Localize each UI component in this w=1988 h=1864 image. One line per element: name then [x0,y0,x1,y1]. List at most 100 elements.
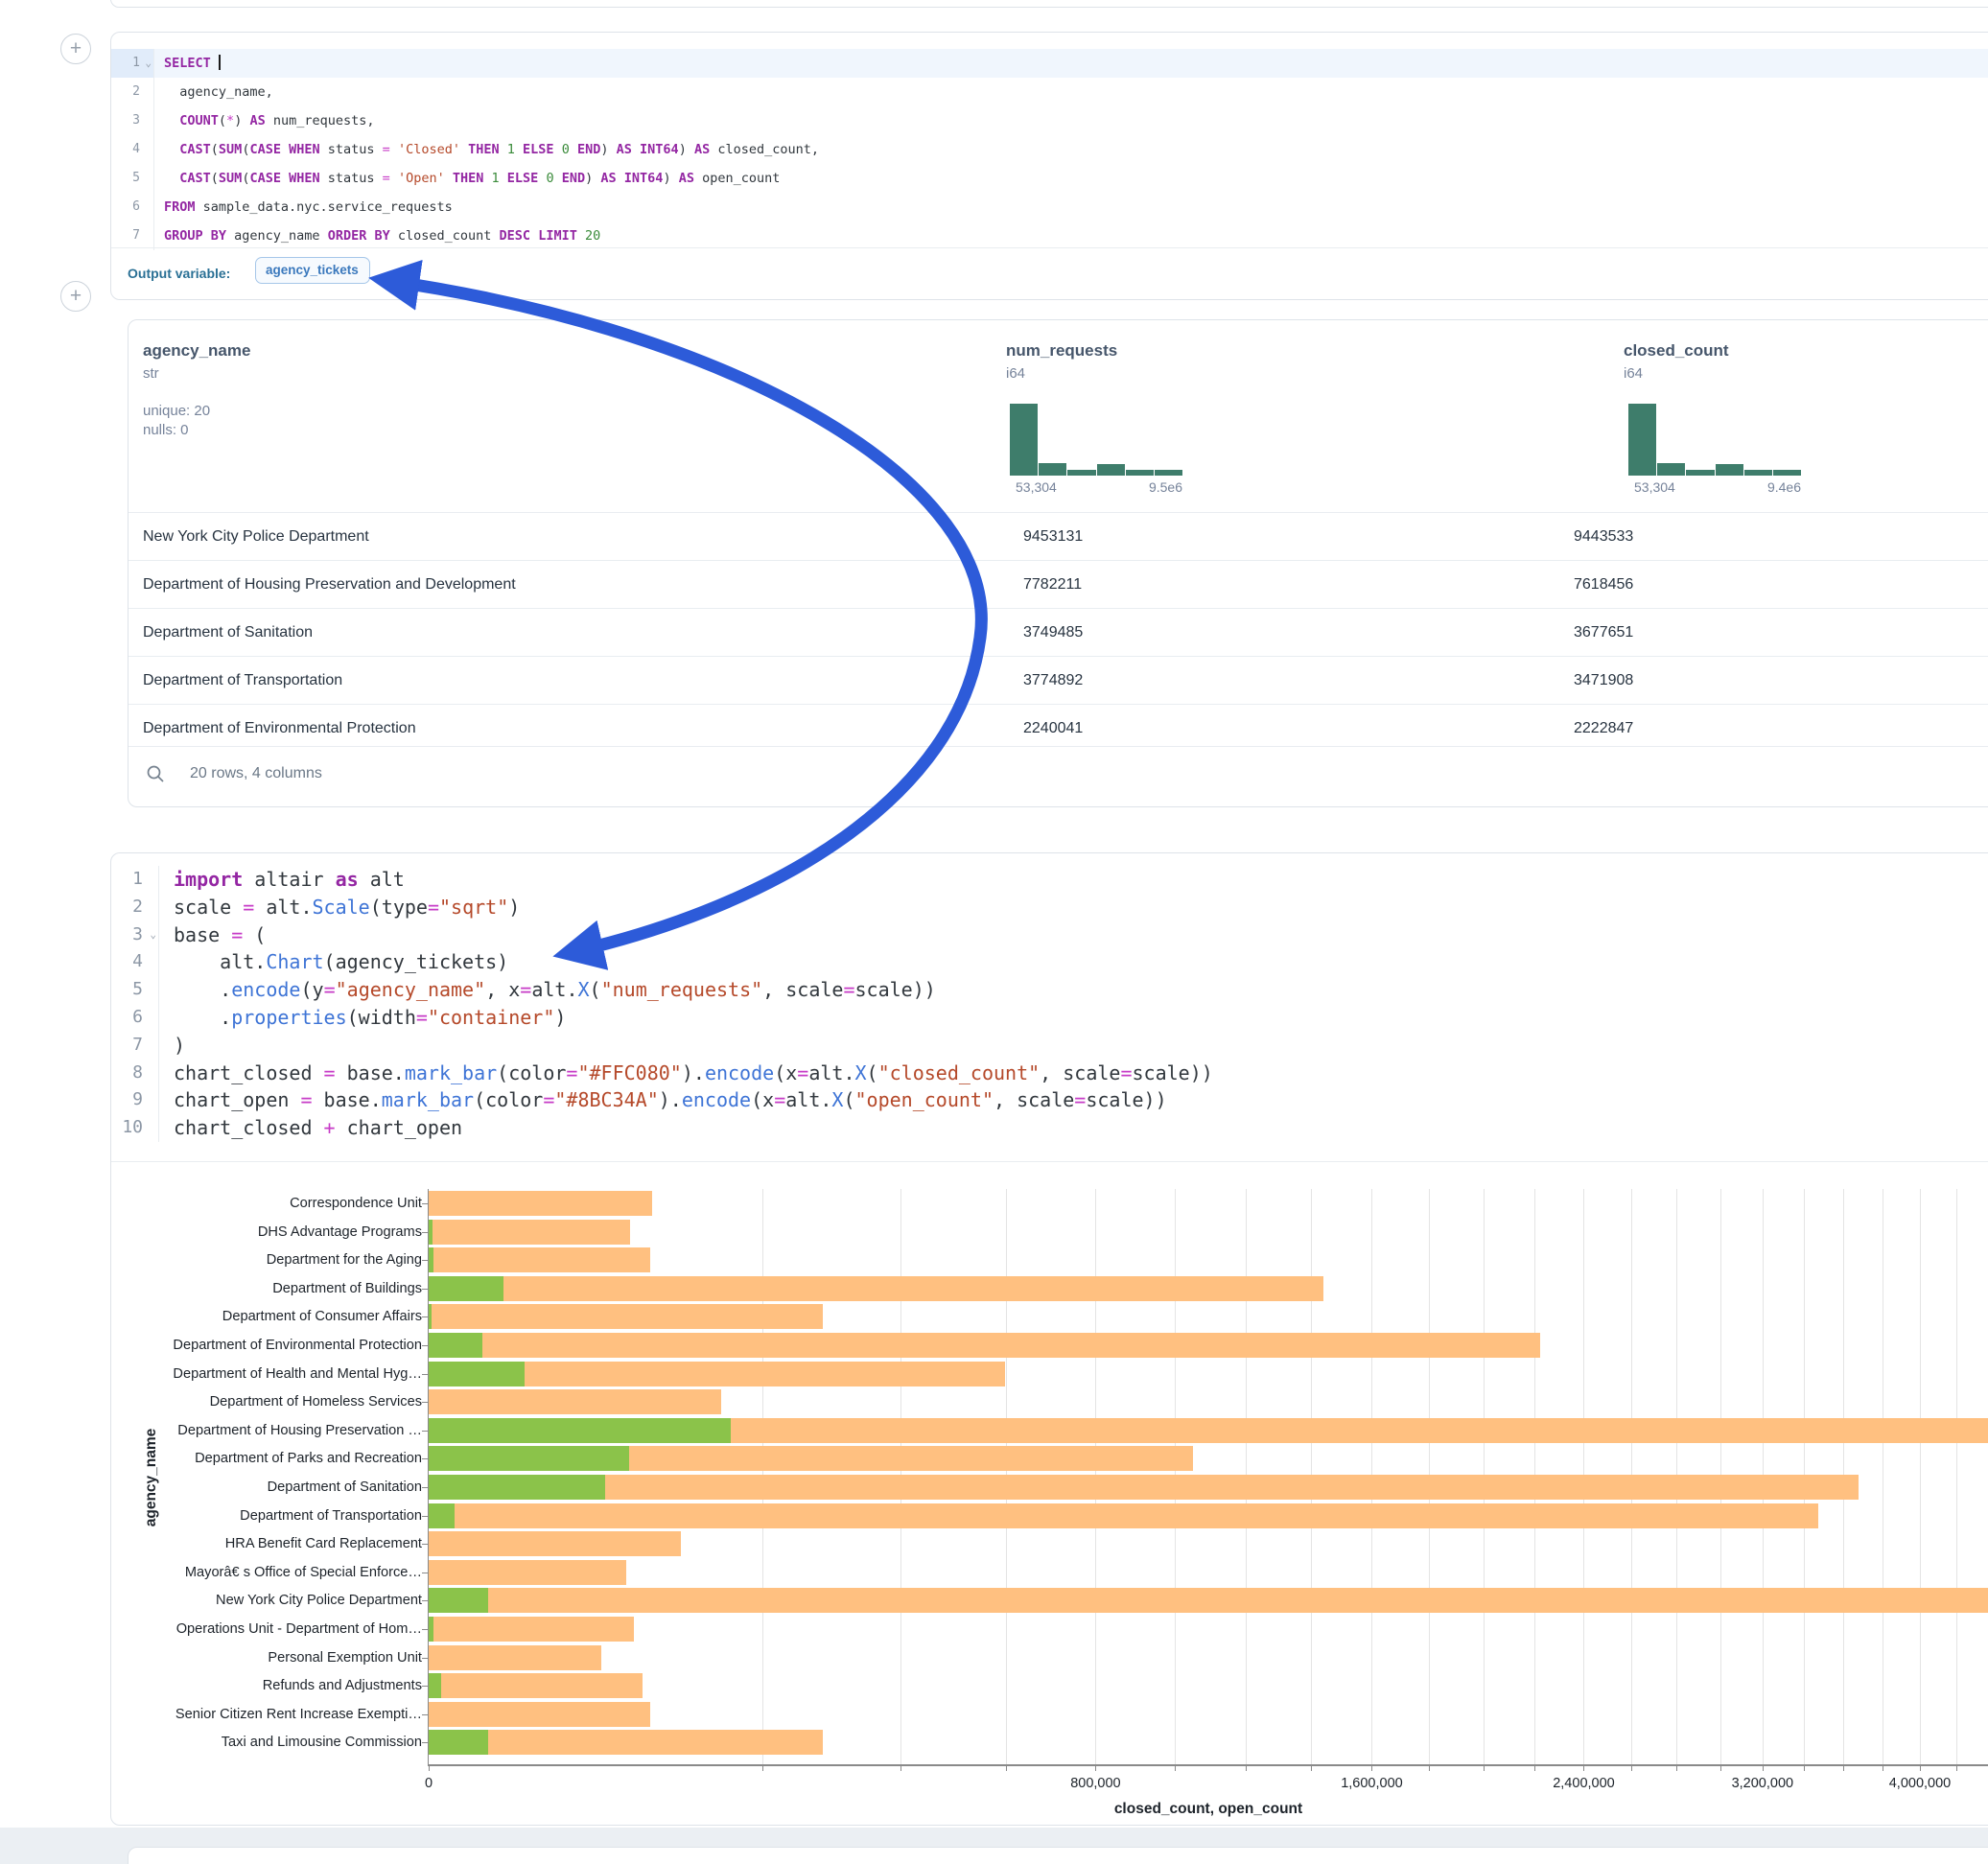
y-axis-label: Refunds and Adjustments [0,1679,422,1693]
bar-open [429,1247,433,1272]
y-axis-label: Department of Transportation [0,1509,422,1524]
y-axis-tick [422,1516,428,1517]
y-axis-tick [422,1487,428,1488]
x-axis-tick [762,1766,763,1771]
bar-closed [429,1730,823,1755]
y-axis-label: Department of Parks and Recreation [0,1452,422,1466]
x-axis-tick [1920,1766,1921,1771]
x-axis-tick [1843,1766,1844,1771]
x-axis-tick-label: 800,000 [1028,1776,1162,1791]
y-axis-label: Senior Citizen Rent Increase Exempti… [0,1708,422,1722]
y-axis-tick [422,1600,428,1601]
x-axis-tick [1763,1766,1764,1771]
bar-closed [429,1276,1323,1301]
bar-closed [429,1617,634,1642]
bar-closed [429,1588,1988,1613]
y-axis-label: Department of Buildings [0,1282,422,1296]
bar-open [429,1418,731,1443]
bar-closed [429,1645,601,1670]
y-axis-label: Operations Unit - Department of Hom… [0,1622,422,1637]
x-axis-tick [1676,1766,1677,1771]
bar-open [429,1220,433,1245]
y-axis-tick [422,1316,428,1317]
x-axis-line [428,1764,1988,1766]
y-axis-label: Department of Consumer Affairs [0,1310,422,1324]
bar-closed [429,1389,721,1414]
bar-open [429,1304,432,1329]
bar-open [429,1475,605,1500]
x-axis-tick [1429,1766,1430,1771]
bar-open [429,1588,488,1613]
x-axis-tick [1720,1766,1721,1771]
x-axis-tick [1246,1766,1247,1771]
x-axis-tick-label: 0 [362,1776,496,1791]
y-axis-tick [422,1686,428,1687]
x-axis-tick-label: 1,600,000 [1304,1776,1438,1791]
y-axis-label: HRA Benefit Card Replacement [0,1537,422,1551]
y-axis-tick [422,1431,428,1432]
bar-open [429,1333,482,1358]
bar-closed [429,1220,630,1245]
next-cell-edge [128,1847,1988,1864]
y-axis-label: Personal Exemption Unit [0,1651,422,1666]
y-axis-tick [422,1402,428,1403]
gridline [1920,1189,1921,1764]
x-axis-tick-label: 3,200,000 [1696,1776,1830,1791]
x-axis-tick [1371,1766,1372,1771]
y-axis-label: DHS Advantage Programs [0,1225,422,1240]
bar-open [429,1730,488,1755]
y-axis-label: Department of Health and Mental Hyg… [0,1367,422,1382]
x-axis-tick [1534,1766,1535,1771]
bar-open [429,1673,441,1698]
y-axis-tick [422,1714,428,1715]
bar-open [429,1503,455,1528]
x-axis-tick [900,1766,901,1771]
bar-closed [429,1503,1818,1528]
x-axis-tick [429,1766,430,1771]
x-axis-tick [1311,1766,1312,1771]
y-axis-tick [422,1260,428,1261]
y-axis-tick [422,1203,428,1204]
x-axis-title: closed_count, open_count [1064,1801,1352,1818]
y-axis-label: Mayorâ€ s Office of Special Enforce… [0,1566,422,1580]
y-axis-label: Taxi and Limousine Commission [0,1736,422,1750]
x-axis-tick [1175,1766,1176,1771]
x-axis-tick [1583,1766,1584,1771]
x-axis-tick [1095,1766,1096,1771]
bar-open [429,1446,629,1471]
x-axis-tick [1006,1766,1007,1771]
x-axis-tick [1804,1766,1805,1771]
bar-closed [429,1304,823,1329]
y-axis-label: Correspondence Unit [0,1197,422,1211]
y-axis-tick [422,1658,428,1659]
y-axis-label: Department of Environmental Protection [0,1339,422,1353]
y-axis-tick [422,1458,428,1459]
y-axis-tick [422,1345,428,1346]
bar-closed [429,1247,650,1272]
x-axis-tick [1631,1766,1632,1771]
bar-open [429,1362,525,1386]
y-axis-tick [422,1289,428,1290]
y-axis-label: Department of Homeless Services [0,1395,422,1410]
x-axis-tick [1956,1766,1957,1771]
x-axis-tick [1484,1766,1485,1771]
bar-closed [429,1191,652,1216]
bar-closed [429,1333,1540,1358]
y-axis-tick [422,1742,428,1743]
y-axis-label: Department for the Aging [0,1253,422,1268]
y-axis-tick [422,1629,428,1630]
bar-open [429,1276,503,1301]
x-axis-tick-label: 4,000,000 [1853,1776,1987,1791]
bar-closed [429,1475,1859,1500]
bar-open [429,1617,433,1642]
y-axis-tick [422,1374,428,1375]
y-axis-label: Department of Housing Preservation … [0,1424,422,1438]
y-axis-tick [422,1232,428,1233]
bar-closed [429,1531,681,1556]
bar-closed [429,1702,650,1727]
y-axis-tick [422,1544,428,1545]
bar-chart: closed_count, open_count agency_name Cor… [0,0,1988,1864]
bar-closed [429,1673,643,1698]
y-axis-label: New York City Police Department [0,1594,422,1608]
y-axis-label: Department of Sanitation [0,1480,422,1495]
